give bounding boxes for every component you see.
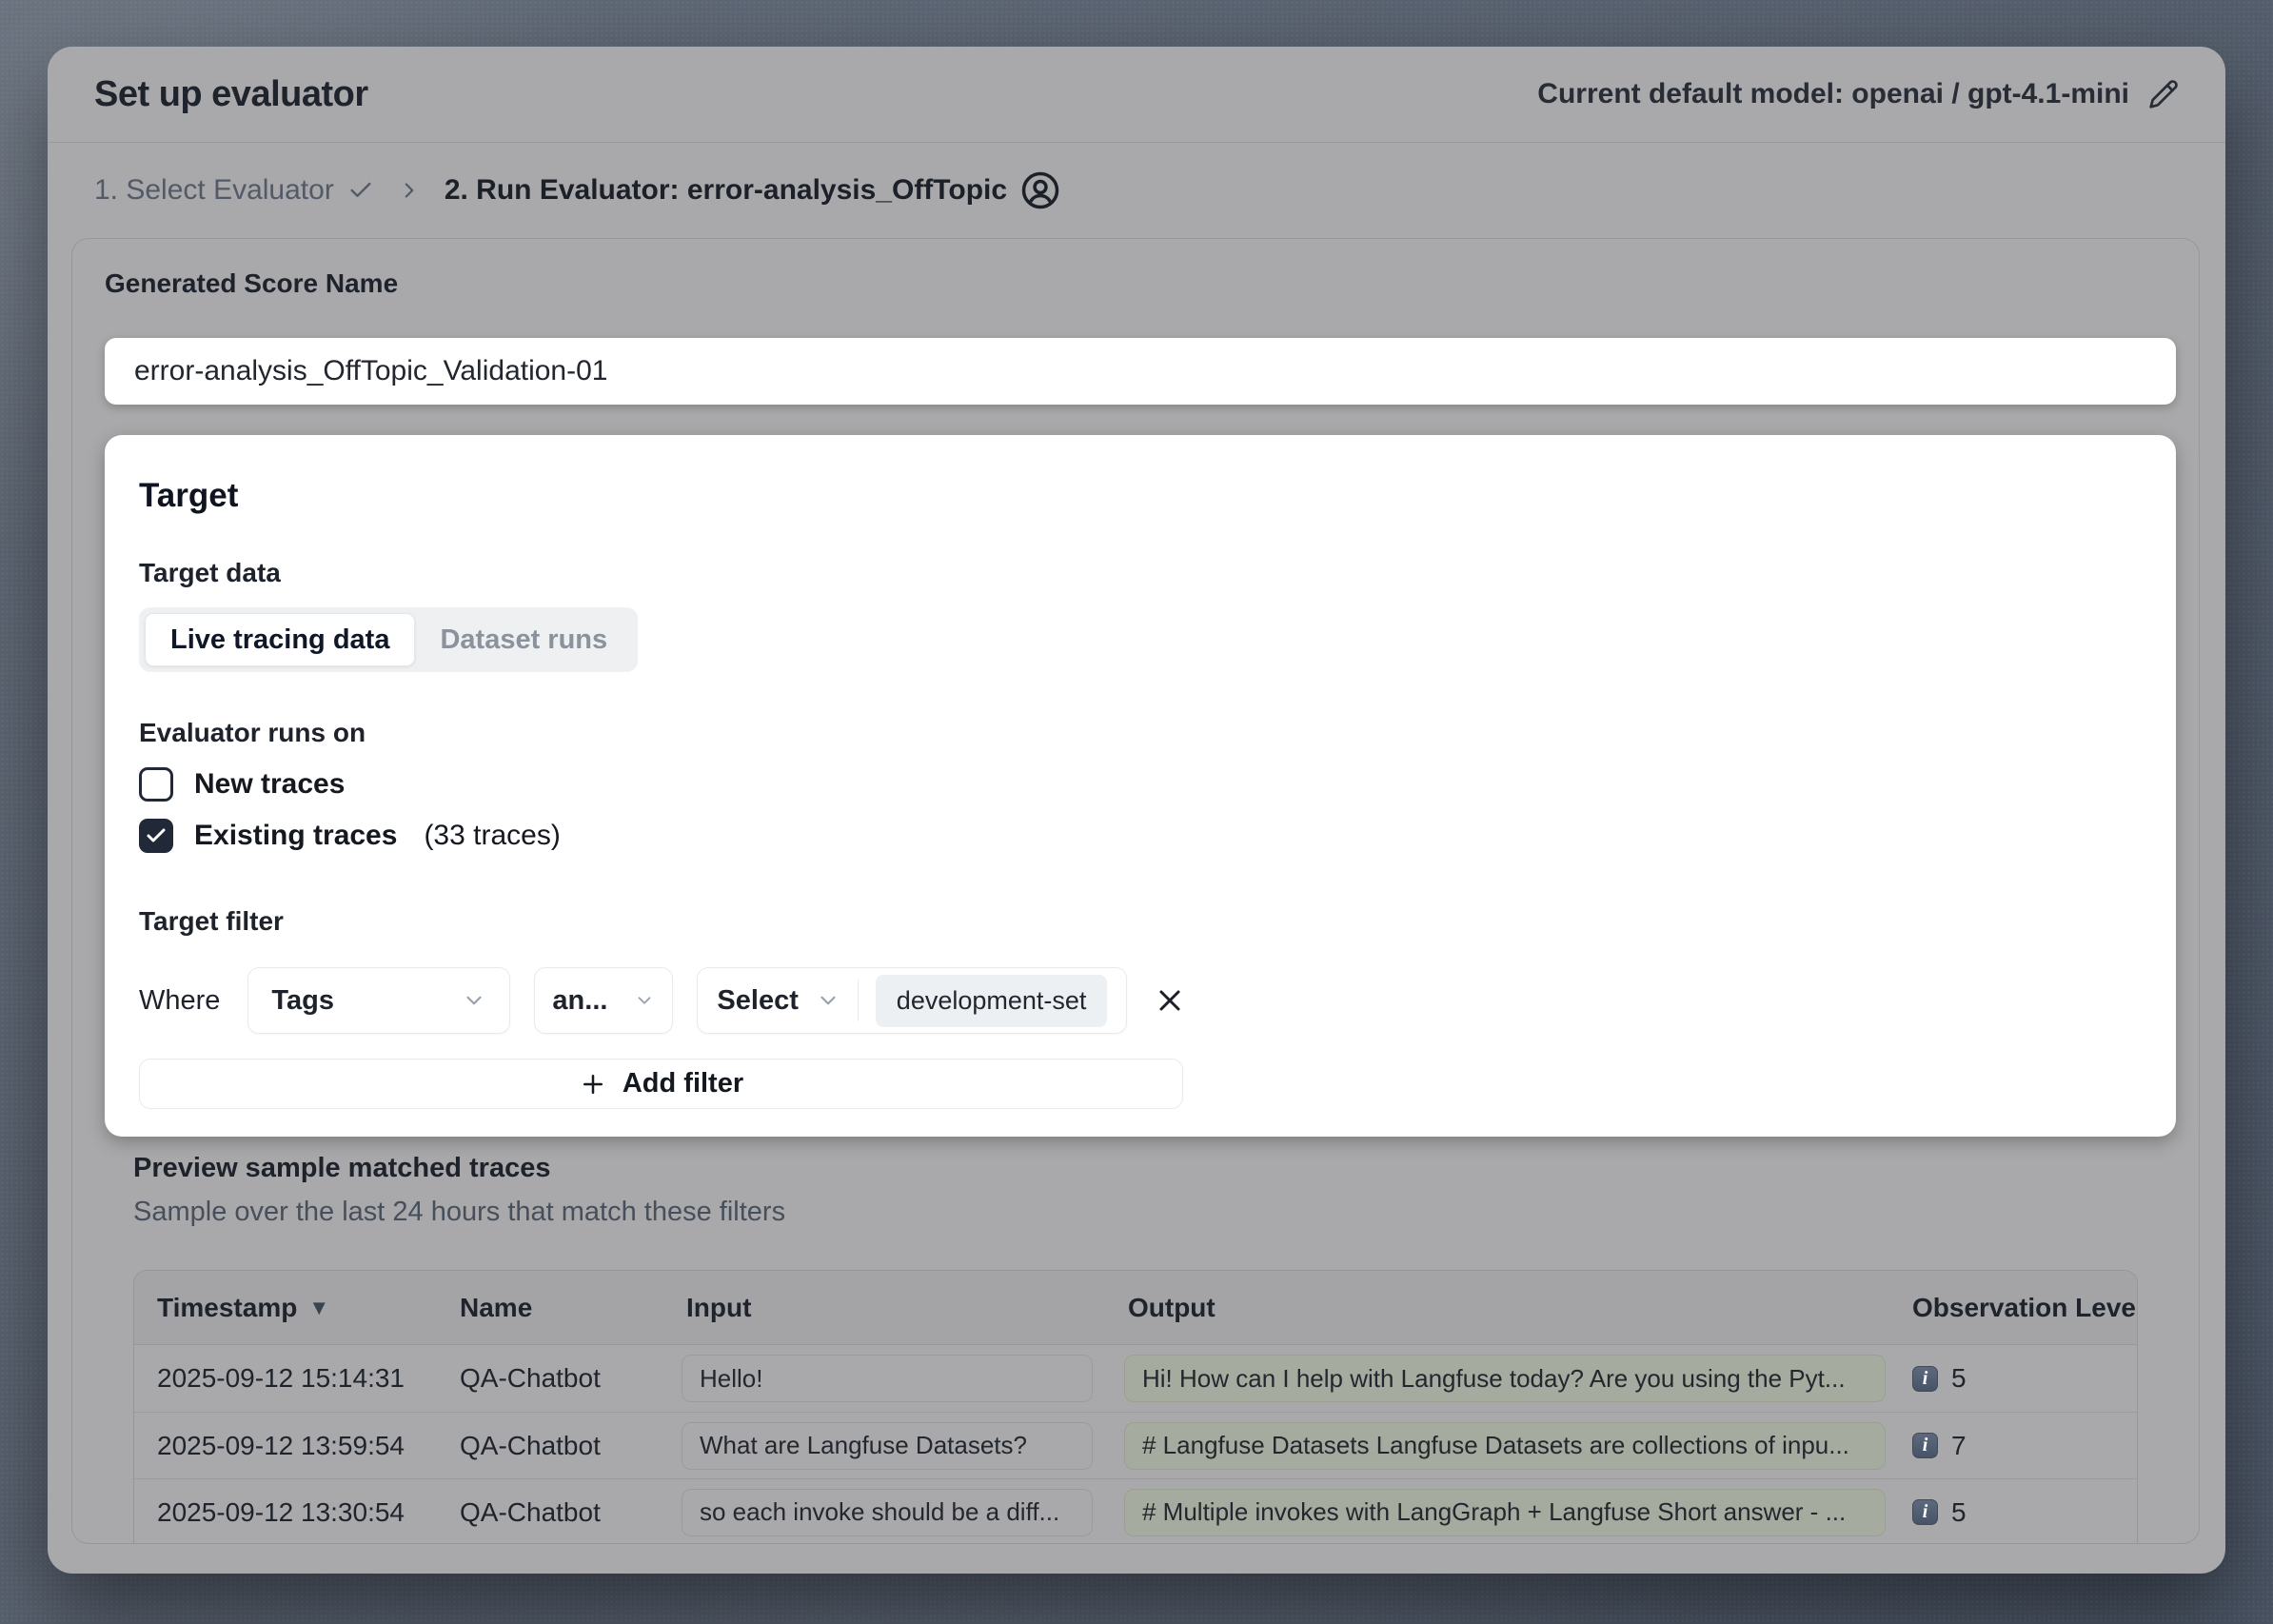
page-title: Set up evaluator	[94, 74, 368, 115]
target-title: Target	[139, 479, 2142, 512]
target-filter-label: Target filter	[139, 908, 2142, 935]
output-cell: # Multiple invokes with LangGraph + Lang…	[1105, 1489, 1889, 1536]
run-evaluator-panel: Generated Score Name Target Target data …	[71, 238, 2200, 1544]
setup-evaluator-dialog: Set up evaluator Current default model: …	[48, 47, 2225, 1574]
breadcrumb-step-run-evaluator: 2. Run Evaluator: error-analysis_OffTopi…	[445, 170, 1060, 210]
column-header-timestamp[interactable]: Timestamp ▼	[134, 1293, 437, 1323]
runs-on-label: Evaluator runs on	[139, 720, 2142, 746]
breadcrumb-step-select-evaluator[interactable]: 1. Select Evaluator	[94, 174, 374, 207]
output-preview-box: Hi! How can I help with Langfuse today? …	[1124, 1355, 1886, 1402]
level-count: 5	[1951, 1497, 1967, 1528]
level-count: 5	[1951, 1363, 1967, 1394]
pencil-icon[interactable]	[2148, 79, 2179, 109]
preview-subtitle: Sample over the last 24 hours that match…	[133, 1196, 2199, 1228]
chevron-right-icon	[397, 178, 422, 203]
filter-column-select[interactable]: Tags	[247, 967, 510, 1034]
input-cell: Hello!	[663, 1355, 1105, 1402]
breadcrumb-step-1-label: 1. Select Evaluator	[94, 174, 334, 207]
default-model-info: Current default model: openai / gpt-4.1-…	[1537, 78, 2179, 110]
add-filter-button[interactable]: Add filter	[139, 1059, 1183, 1109]
timestamp-cell: 2025-09-12 13:30:54	[134, 1497, 437, 1528]
table-row[interactable]: 2025-09-12 13:30:54 QA-Chatbot so each i…	[134, 1478, 2137, 1544]
output-cell: Hi! How can I help with Langfuse today? …	[1105, 1355, 1889, 1402]
name-cell: QA-Chatbot	[437, 1431, 663, 1461]
info-icon: i	[1912, 1366, 1938, 1392]
filter-value-tag[interactable]: development-set	[876, 975, 1108, 1027]
output-preview-box: # Multiple invokes with LangGraph + Lang…	[1124, 1489, 1886, 1536]
score-name-label: Generated Score Name	[105, 267, 2199, 300]
filter-column-value: Tags	[271, 985, 334, 1017]
plus-icon	[579, 1070, 607, 1099]
checkbox-existing-traces[interactable]: Existing traces (33 traces)	[139, 817, 2142, 855]
output-cell: # Langfuse Datasets Langfuse Datasets ar…	[1105, 1422, 1889, 1470]
checkbox-new-traces[interactable]: New traces	[139, 765, 2142, 803]
input-preview-box: Hello!	[682, 1355, 1093, 1402]
observation-levels-cell: i 5	[1889, 1363, 2137, 1394]
table-row[interactable]: 2025-09-12 13:59:54 QA-Chatbot What are …	[134, 1412, 2137, 1478]
target-card: Target Target data Live tracing data Dat…	[105, 435, 2176, 1137]
score-name-input[interactable]	[105, 338, 2176, 405]
observation-levels-cell: i 7	[1889, 1431, 2137, 1461]
column-header-input: Input	[663, 1293, 1105, 1323]
filter-value-label: Select	[717, 985, 798, 1017]
input-cell: so each invoke should be a diff...	[663, 1489, 1105, 1536]
tab-live-tracing-data[interactable]: Live tracing data	[145, 613, 415, 666]
info-icon: i	[1912, 1433, 1938, 1458]
column-header-name: Name	[437, 1293, 663, 1323]
table-row[interactable]: 2025-09-12 15:14:31 QA-Chatbot Hello! Hi…	[134, 1345, 2137, 1412]
checkbox-new-traces-label: New traces	[194, 768, 345, 801]
app-backdrop: Set up evaluator Current default model: …	[0, 0, 2273, 1624]
chevron-down-icon	[816, 988, 840, 1013]
checkbox-checked-icon[interactable]	[139, 819, 173, 853]
input-cell: What are Langfuse Datasets?	[663, 1422, 1105, 1470]
input-preview-box: What are Langfuse Datasets?	[682, 1422, 1093, 1470]
checkbox-existing-traces-label: Existing traces	[194, 820, 397, 852]
input-preview-box: so each invoke should be a diff...	[682, 1489, 1093, 1536]
sort-desc-icon: ▼	[308, 1296, 329, 1320]
default-model-label: Current default model: openai / gpt-4.1-…	[1537, 78, 2129, 110]
existing-traces-count: (33 traces)	[424, 820, 560, 852]
user-circle-icon	[1020, 170, 1060, 210]
checkbox-unchecked-icon[interactable]	[139, 767, 173, 802]
target-data-label: Target data	[139, 560, 2142, 586]
timestamp-cell: 2025-09-12 15:14:31	[134, 1363, 437, 1394]
info-icon: i	[1912, 1499, 1938, 1525]
remove-filter-button[interactable]	[1153, 983, 1187, 1018]
output-preview-box: # Langfuse Datasets Langfuse Datasets ar…	[1124, 1422, 1886, 1470]
breadcrumb-step-2-label: 2. Run Evaluator: error-analysis_OffTopi…	[445, 174, 1007, 207]
where-label: Where	[139, 985, 220, 1017]
filter-row: Where Tags an... Select	[139, 967, 2142, 1034]
chevron-down-icon	[634, 990, 655, 1011]
observation-levels-cell: i 5	[1889, 1497, 2137, 1528]
breadcrumb: 1. Select Evaluator 2. Run Evaluator: er…	[48, 143, 2225, 238]
timestamp-cell: 2025-09-12 13:59:54	[134, 1431, 437, 1461]
level-count: 7	[1951, 1431, 1967, 1461]
name-cell: QA-Chatbot	[437, 1363, 663, 1394]
divider	[858, 980, 859, 1021]
check-icon	[347, 177, 374, 204]
column-header-observation-levels: Observation Levels	[1889, 1293, 2137, 1323]
target-data-toggle: Live tracing data Dataset runs	[139, 607, 638, 672]
preview-table: Timestamp ▼ Name Input Output Observatio…	[133, 1270, 2138, 1544]
tab-dataset-runs[interactable]: Dataset runs	[415, 613, 632, 666]
filter-operator-select[interactable]: an...	[534, 967, 673, 1034]
preview-title: Preview sample matched traces	[133, 1152, 2199, 1184]
chevron-down-icon	[462, 988, 486, 1013]
filter-value-select[interactable]: Select development-set	[697, 967, 1127, 1034]
column-header-output: Output	[1105, 1293, 1889, 1323]
table-header-row: Timestamp ▼ Name Input Output Observatio…	[134, 1271, 2137, 1345]
add-filter-label: Add filter	[623, 1068, 743, 1099]
filter-operator-value: an...	[552, 985, 607, 1017]
dialog-header: Set up evaluator Current default model: …	[48, 47, 2225, 143]
name-cell: QA-Chatbot	[437, 1497, 663, 1528]
